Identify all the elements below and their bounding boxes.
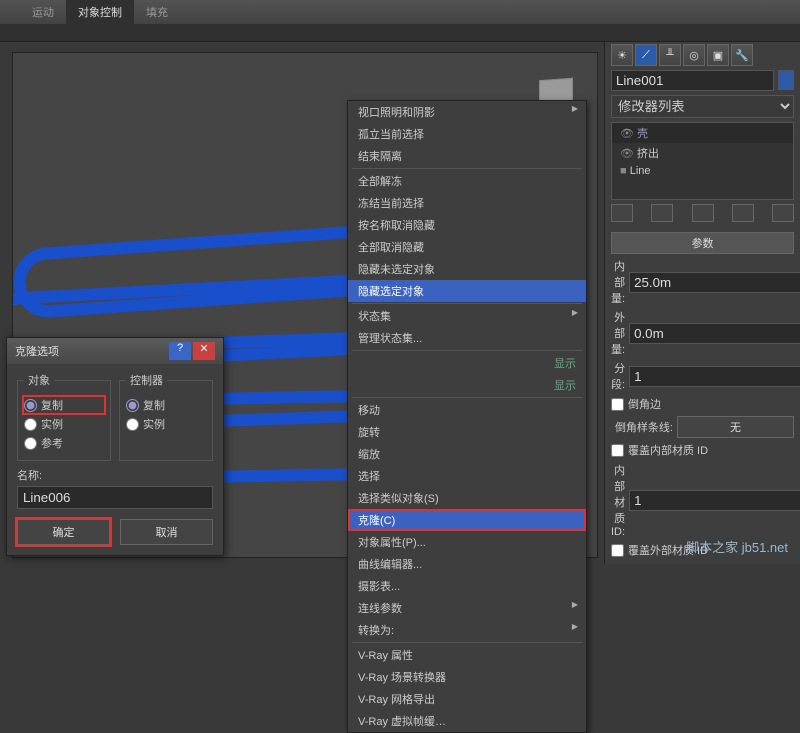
- stack-line[interactable]: ■ Line: [612, 163, 793, 179]
- inner-amount-field[interactable]: [629, 272, 800, 293]
- rollout-params[interactable]: 参数: [611, 232, 794, 254]
- modifier-list-select[interactable]: 修改器列表: [611, 95, 794, 118]
- pin-stack-button[interactable]: [611, 204, 633, 222]
- cm-dope-sheet[interactable]: 摄影表...: [348, 575, 586, 597]
- cm-hide-selected[interactable]: 隐藏选定对象: [348, 280, 586, 302]
- cm-vray-converter[interactable]: V-Ray 场景转换器: [348, 666, 586, 688]
- ctrl-instance-radio[interactable]: [126, 418, 139, 431]
- seg-field[interactable]: [629, 366, 800, 387]
- name-field[interactable]: [17, 486, 213, 509]
- outer-amount-field[interactable]: [629, 323, 800, 344]
- cm-manage-states[interactable]: 管理状态集...: [348, 327, 586, 349]
- cm-unhide-byname[interactable]: 按名称取消隐藏: [348, 214, 586, 236]
- modify-icon[interactable]: ⟋: [635, 44, 657, 66]
- dialog-title: 克隆选项: [15, 343, 167, 359]
- help-button[interactable]: ?: [169, 342, 191, 360]
- cm-unfreeze-all[interactable]: 全部解冻: [348, 170, 586, 192]
- cm-unhide-all[interactable]: 全部取消隐藏: [348, 236, 586, 258]
- obj-instance-label: 实例: [41, 416, 63, 432]
- cm-convert[interactable]: 转换为:: [348, 619, 586, 641]
- inner-id-label: 内部材质 ID:: [611, 462, 625, 538]
- override-outer-id-check[interactable]: [611, 544, 624, 557]
- ctrl-instance-label: 实例: [143, 416, 165, 432]
- inner-label: 内部量:: [611, 258, 625, 306]
- cm-clone[interactable]: 克隆(C): [348, 509, 586, 531]
- object-name-field[interactable]: [611, 70, 774, 91]
- obj-copy-label: 复制: [41, 397, 63, 413]
- cm-display-2: 显示: [348, 374, 586, 396]
- tab-motion[interactable]: 运动: [20, 0, 66, 24]
- cm-rotate[interactable]: 旋转: [348, 421, 586, 443]
- obj-instance-radio[interactable]: [24, 418, 37, 431]
- cm-vray-vfb[interactable]: V-Ray 虚拟帧缓…: [348, 710, 586, 732]
- cm-state-sets[interactable]: 状态集: [348, 305, 586, 327]
- color-swatch[interactable]: [778, 70, 794, 90]
- override-inner-id-label: 覆盖内部材质 ID: [628, 442, 708, 458]
- cm-hide-unselected[interactable]: 隐藏未选定对象: [348, 258, 586, 280]
- name-label: 名称:: [17, 467, 213, 483]
- bevel-edges-label: 倒角边: [628, 396, 661, 412]
- sun-icon[interactable]: ☀: [611, 44, 633, 66]
- cm-curve-editor[interactable]: 曲线编辑器...: [348, 553, 586, 575]
- outer-label: 外部量:: [611, 309, 625, 357]
- utilities-icon[interactable]: 🔧: [731, 44, 753, 66]
- bevel-edges-check[interactable]: [611, 398, 624, 411]
- toolbar: [0, 24, 800, 42]
- cm-isolate[interactable]: 孤立当前选择: [348, 123, 586, 145]
- cm-scale[interactable]: 缩放: [348, 443, 586, 465]
- bevel-spline-pick[interactable]: 无: [677, 416, 794, 438]
- group-object: 对象 复制 实例 参考: [17, 372, 111, 461]
- motion-icon[interactable]: ◎: [683, 44, 705, 66]
- stack-extrude[interactable]: 👁 挤出: [612, 143, 793, 163]
- cm-freeze[interactable]: 冻结当前选择: [348, 192, 586, 214]
- ok-button[interactable]: 确定: [17, 519, 110, 545]
- cancel-button[interactable]: 取消: [120, 519, 213, 545]
- ctrl-copy-label: 复制: [143, 397, 165, 413]
- obj-copy-radio[interactable]: [24, 399, 37, 412]
- configure-button[interactable]: [772, 204, 794, 222]
- context-menu: 视口照明和阴影 孤立当前选择 结束隔离 全部解冻 冻结当前选择 按名称取消隐藏 …: [347, 100, 587, 733]
- watermark: 脚本之家 jb51.net: [686, 537, 788, 556]
- command-panel: ☀ ⟋ ╨ ◎ ▣ 🔧 修改器列表 👁 壳 👁 挤出 ■ Line 参数 内部量…: [604, 42, 800, 564]
- remove-mod-button[interactable]: [732, 204, 754, 222]
- unique-button[interactable]: [692, 204, 714, 222]
- hierarchy-icon[interactable]: ╨: [659, 44, 681, 66]
- cm-select[interactable]: 选择: [348, 465, 586, 487]
- cm-vray-mesh-export[interactable]: V-Ray 网格导出: [348, 688, 586, 710]
- close-button[interactable]: ✕: [193, 342, 215, 360]
- cm-select-similar[interactable]: 选择类似对象(S): [348, 487, 586, 509]
- group-controller-legend: 控制器: [126, 372, 167, 388]
- obj-reference-radio[interactable]: [24, 437, 37, 450]
- cm-obj-props[interactable]: 对象属性(P)...: [348, 531, 586, 553]
- clone-dialog: 克隆选项 ? ✕ 对象 复制 实例 参考 控制器 复制 实例 名称: 确定 取消: [6, 337, 224, 556]
- stack-shell[interactable]: 👁 壳: [612, 123, 793, 143]
- group-controller: 控制器 复制 实例: [119, 372, 213, 461]
- tab-object-control[interactable]: 对象控制: [66, 0, 134, 24]
- cm-vray-props[interactable]: V-Ray 属性: [348, 644, 586, 666]
- cm-viewport-lighting[interactable]: 视口照明和阴影: [348, 101, 586, 123]
- cm-end-isolate[interactable]: 结束隔离: [348, 145, 586, 167]
- show-result-button[interactable]: [651, 204, 673, 222]
- cm-move[interactable]: 移动: [348, 399, 586, 421]
- cm-display-1: 显示: [348, 352, 586, 374]
- ctrl-copy-radio[interactable]: [126, 399, 139, 412]
- cm-wire-params[interactable]: 连线参数: [348, 597, 586, 619]
- seg-label: 分段:: [611, 360, 625, 392]
- bevel-spline-label: 倒角样条线:: [611, 419, 673, 435]
- display-icon[interactable]: ▣: [707, 44, 729, 66]
- inner-id-field[interactable]: [629, 490, 800, 511]
- override-inner-id-check[interactable]: [611, 444, 624, 457]
- tab-fill[interactable]: 填充: [134, 0, 180, 24]
- modifier-stack[interactable]: 👁 壳 👁 挤出 ■ Line: [611, 122, 794, 200]
- obj-reference-label: 参考: [41, 435, 63, 451]
- group-object-legend: 对象: [24, 372, 54, 388]
